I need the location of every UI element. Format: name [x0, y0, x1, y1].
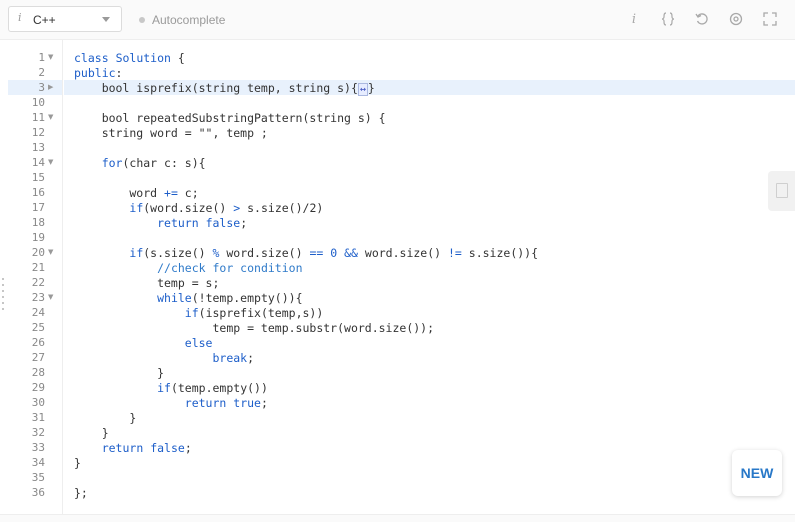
line-number: 14 [31, 156, 45, 169]
line-number: 28 [31, 366, 45, 379]
braces-icon[interactable] [659, 11, 677, 29]
editor-toolbar: i C++ Autocomplete i [0, 0, 795, 40]
line-number: 32 [31, 426, 45, 439]
line-number: 29 [31, 381, 45, 394]
code-line: temp = s; [74, 276, 220, 290]
line-number: 11 [31, 111, 45, 124]
code-line: if(s.size() % word.size() == 0 && word.s… [129, 246, 539, 260]
code-line: bool repeatedSubstringPattern(string s) … [74, 111, 386, 125]
line-number: 24 [31, 306, 45, 319]
fold-toggle-icon[interactable]: ▼ [48, 53, 53, 61]
line-number: 33 [31, 441, 45, 454]
line-number: 26 [31, 336, 45, 349]
autocomplete-toggle[interactable]: Autocomplete [152, 13, 225, 27]
line-number: 27 [31, 351, 45, 364]
language-label: C++ [33, 13, 56, 27]
note-icon [776, 183, 788, 198]
code-line: temp = temp.substr(word.size()); [74, 321, 435, 335]
line-number: 21 [31, 261, 45, 274]
code-line: if(isprefix(temp,s)) [184, 306, 324, 320]
line-number: 13 [31, 141, 45, 154]
fold-toggle-icon[interactable]: ▼ [48, 113, 53, 121]
code-line: if(temp.empty()) [157, 381, 268, 395]
line-number: 3 [38, 81, 45, 94]
line-number: 25 [31, 321, 45, 334]
line-number: 22 [31, 276, 45, 289]
code-line: } [74, 456, 81, 470]
code-line: }; [74, 486, 88, 500]
code-line: } [74, 411, 137, 425]
line-number: 20 [31, 246, 45, 259]
info-icon: i [18, 11, 22, 24]
notes-side-tab[interactable] [768, 171, 795, 211]
resize-handle[interactable] [2, 278, 4, 318]
code-line: while(!temp.empty()){ [157, 291, 303, 305]
code-line: break; [212, 351, 255, 365]
autocomplete-status-dot [139, 17, 145, 23]
chevron-down-icon [102, 17, 110, 22]
line-number: 35 [31, 471, 45, 484]
line-number: 23 [31, 291, 45, 304]
settings-icon[interactable] [727, 11, 745, 29]
code-line: return false; [157, 216, 248, 230]
line-number: 1 [38, 51, 45, 64]
code-line: word += c; [74, 186, 199, 200]
code-line: else [184, 336, 213, 350]
code-editor[interactable]: 1 ▼ class Solution { 2 public: 3 ▶ bool … [0, 40, 795, 514]
line-number: 15 [31, 171, 45, 184]
code-line: if(word.size() > s.size()/2) [129, 201, 324, 215]
code-line: for(char c: s){ [101, 156, 206, 170]
code-line: return false; [101, 441, 192, 455]
code-line: string word = "", temp ; [74, 126, 268, 140]
line-number: 31 [31, 411, 45, 424]
code-line: class Solution { [74, 51, 185, 65]
language-select[interactable]: i C++ [8, 6, 122, 32]
fold-toggle-icon[interactable]: ▼ [48, 158, 53, 166]
code-line: public: [74, 66, 123, 80]
fullscreen-icon[interactable] [761, 11, 779, 29]
folded-code-marker[interactable]: ↔ [357, 83, 368, 96]
line-number: 18 [31, 216, 45, 229]
line-number: 2 [38, 66, 45, 79]
line-number: 12 [31, 126, 45, 139]
reset-icon[interactable] [693, 11, 711, 29]
info-icon[interactable]: i [625, 11, 643, 29]
line-number: 16 [31, 186, 45, 199]
fold-toggle-icon[interactable]: ▼ [48, 293, 53, 301]
code-line: return true; [184, 396, 268, 410]
fold-toggle-icon[interactable]: ▼ [48, 248, 53, 256]
line-number: 19 [31, 231, 45, 244]
code-line: } [74, 366, 165, 380]
fold-toggle-icon[interactable]: ▶ [48, 83, 53, 91]
line-number: 10 [31, 96, 45, 109]
line-number: 30 [31, 396, 45, 409]
code-line: bool isprefix(string temp, string s){↔} [74, 81, 375, 96]
line-number: 36 [31, 486, 45, 499]
code-line: } [74, 426, 109, 440]
line-number: 17 [31, 201, 45, 214]
new-button[interactable]: NEW [732, 450, 782, 496]
line-number: 34 [31, 456, 45, 469]
code-line: //check for condition [157, 261, 303, 275]
